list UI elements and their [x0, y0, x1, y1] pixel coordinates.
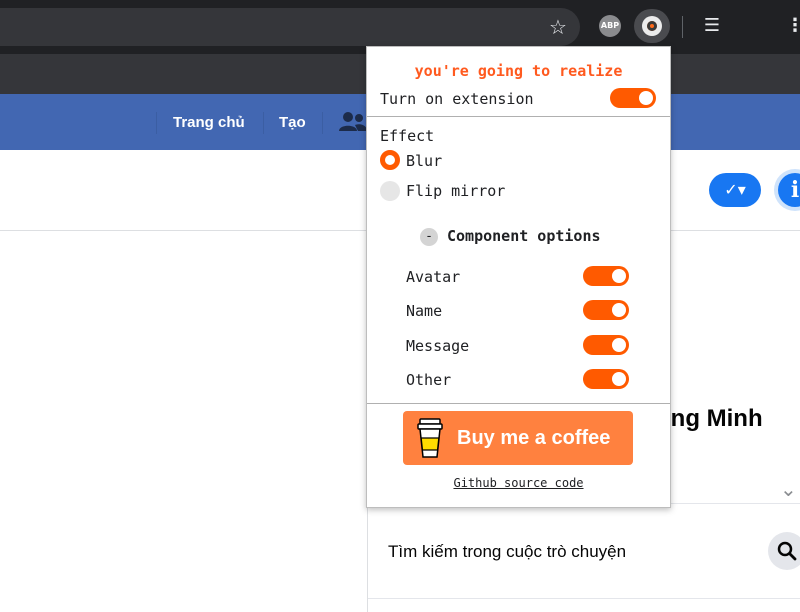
effect-label: Effect [380, 127, 435, 145]
component-options-heading: Component options [447, 227, 601, 245]
blur-label: Blur [406, 152, 443, 170]
popup-divider [367, 403, 670, 404]
nav-create-link[interactable]: Tạo [279, 113, 306, 133]
blur-extension-button[interactable] [634, 9, 670, 43]
flip-mirror-radio[interactable] [380, 181, 400, 201]
media-playlist-icon[interactable]: ☰ [700, 15, 724, 37]
star-icon[interactable]: ☆ [545, 14, 571, 40]
popup-divider [367, 116, 670, 117]
toggle-knob [612, 372, 626, 386]
other-label: Other [406, 371, 452, 389]
avatar-label: Avatar [406, 268, 461, 286]
nav-divider [156, 112, 157, 134]
name-toggle[interactable] [583, 300, 629, 320]
profile-name: ong Minh [656, 405, 763, 432]
collapse-component-options-button[interactable]: - [420, 228, 438, 246]
check-dropdown-button[interactable]: ✓▾ [709, 173, 761, 207]
toggle-knob [612, 303, 626, 317]
search-in-conversation[interactable]: Tìm kiếm trong cuộc trò chuyện [388, 541, 626, 563]
info-icon: i [778, 173, 800, 207]
buy-me-a-coffee-label: Buy me a coffee [457, 427, 611, 449]
row-divider [368, 598, 800, 599]
coffee-cup-icon [417, 418, 443, 458]
toggle-knob [612, 269, 626, 283]
blur-extension-icon [642, 16, 662, 36]
other-toggle[interactable] [583, 369, 629, 389]
info-button[interactable]: i [774, 169, 800, 211]
message-label: Message [406, 337, 470, 355]
popup-title: you're going to realize [414, 62, 623, 80]
turn-on-extension-label: Turn on extension [380, 90, 534, 108]
address-bar[interactable] [0, 8, 580, 46]
search-icon [777, 541, 797, 561]
nav-home-link[interactable]: Trang chủ [173, 113, 245, 133]
toolbar-separator [682, 16, 683, 38]
search-button[interactable] [768, 532, 800, 570]
name-label: Name [406, 302, 443, 320]
chevron-down-icon[interactable]: ⌄ [780, 478, 797, 500]
avatar-toggle[interactable] [583, 266, 629, 286]
blur-radio[interactable] [380, 150, 400, 170]
turn-on-extension-toggle[interactable] [610, 88, 656, 108]
nav-divider [322, 112, 323, 134]
nav-divider [263, 112, 264, 134]
toggle-knob [639, 91, 653, 105]
more-vert-icon[interactable]: ⋮ [786, 15, 800, 37]
github-source-link[interactable]: Github source code [367, 475, 670, 491]
friends-icon[interactable] [338, 110, 368, 134]
message-toggle[interactable] [583, 335, 629, 355]
flip-mirror-label: Flip mirror [406, 182, 506, 200]
extension-popup: you're going to realize Turn on extensio… [366, 46, 671, 508]
buy-me-a-coffee-button[interactable]: Buy me a coffee [403, 411, 633, 465]
toggle-knob [612, 338, 626, 352]
adblock-plus-icon[interactable]: ABP [599, 15, 621, 37]
